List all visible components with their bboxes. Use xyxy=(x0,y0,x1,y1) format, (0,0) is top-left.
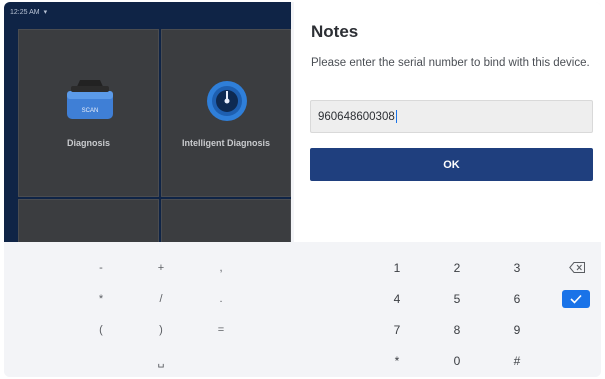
tile-row2-left[interactable] xyxy=(18,199,159,242)
key-period[interactable]: . xyxy=(201,288,241,310)
key-1[interactable]: 1 xyxy=(377,257,417,279)
serial-number-value: 960648600308 xyxy=(318,110,395,123)
key-plus[interactable]: + xyxy=(141,257,181,279)
backspace-icon xyxy=(569,261,585,273)
numeric-keyboard: - + , * / . ( ) = ␣ 1 2 3 4 5 6 7 8 9 * … xyxy=(4,242,601,377)
wifi-icon: ▾ xyxy=(43,9,48,16)
key-7[interactable]: 7 xyxy=(377,319,417,341)
key-4[interactable]: 4 xyxy=(377,288,417,310)
status-bar: 12:25 AM ▾ xyxy=(10,5,47,19)
key-5[interactable]: 5 xyxy=(437,288,477,310)
key-6[interactable]: 6 xyxy=(497,288,537,310)
key-0[interactable]: 0 xyxy=(437,350,477,372)
tile-label-intelligent-diagnosis: Intelligent Diagnosis xyxy=(181,138,270,148)
dialog-title: Notes xyxy=(311,22,359,41)
key-hash[interactable]: # xyxy=(497,350,537,372)
key-comma[interactable]: , xyxy=(201,257,241,279)
app-background: 12:25 AM ▾ SCAN Diagnosis Intelligent Di… xyxy=(4,2,291,242)
notes-dialog: Notes Please enter the serial number to … xyxy=(294,2,601,242)
checkmark-icon xyxy=(570,294,582,304)
key-star[interactable]: * xyxy=(377,350,417,372)
enter-key[interactable] xyxy=(562,290,590,308)
tile-intelligent-diagnosis[interactable]: Intelligent Diagnosis xyxy=(161,29,291,197)
ok-button[interactable]: OK xyxy=(310,148,593,181)
key-space[interactable]: ␣ xyxy=(141,350,181,372)
backspace-key[interactable] xyxy=(565,260,589,274)
text-caret xyxy=(395,110,397,123)
dialog-message: Please enter the serial number to bind w… xyxy=(311,57,590,69)
tile-row2-right[interactable] xyxy=(161,199,291,242)
car-scan-icon: SCAN xyxy=(67,80,113,119)
key-9[interactable]: 9 xyxy=(497,319,537,341)
key-slash[interactable]: / xyxy=(141,288,181,310)
gauge-icon xyxy=(207,81,247,121)
status-time: 12:25 AM xyxy=(10,8,40,16)
key-close-paren[interactable]: ) xyxy=(141,319,181,341)
key-minus[interactable]: - xyxy=(81,257,121,279)
tile-diagnosis[interactable]: SCAN Diagnosis xyxy=(18,29,159,197)
tile-label-diagnosis: Diagnosis xyxy=(66,138,110,148)
key-open-paren[interactable]: ( xyxy=(81,319,121,341)
key-equals[interactable]: = xyxy=(201,319,241,341)
key-3[interactable]: 3 xyxy=(497,257,537,279)
serial-number-input[interactable]: 960648600308 xyxy=(310,100,593,133)
key-2[interactable]: 2 xyxy=(437,257,477,279)
tablet-screen: 12:25 AM ▾ SCAN Diagnosis Intelligent Di… xyxy=(4,2,601,377)
scan-badge: SCAN xyxy=(82,108,99,114)
key-asterisk[interactable]: * xyxy=(81,288,121,310)
key-8[interactable]: 8 xyxy=(437,319,477,341)
